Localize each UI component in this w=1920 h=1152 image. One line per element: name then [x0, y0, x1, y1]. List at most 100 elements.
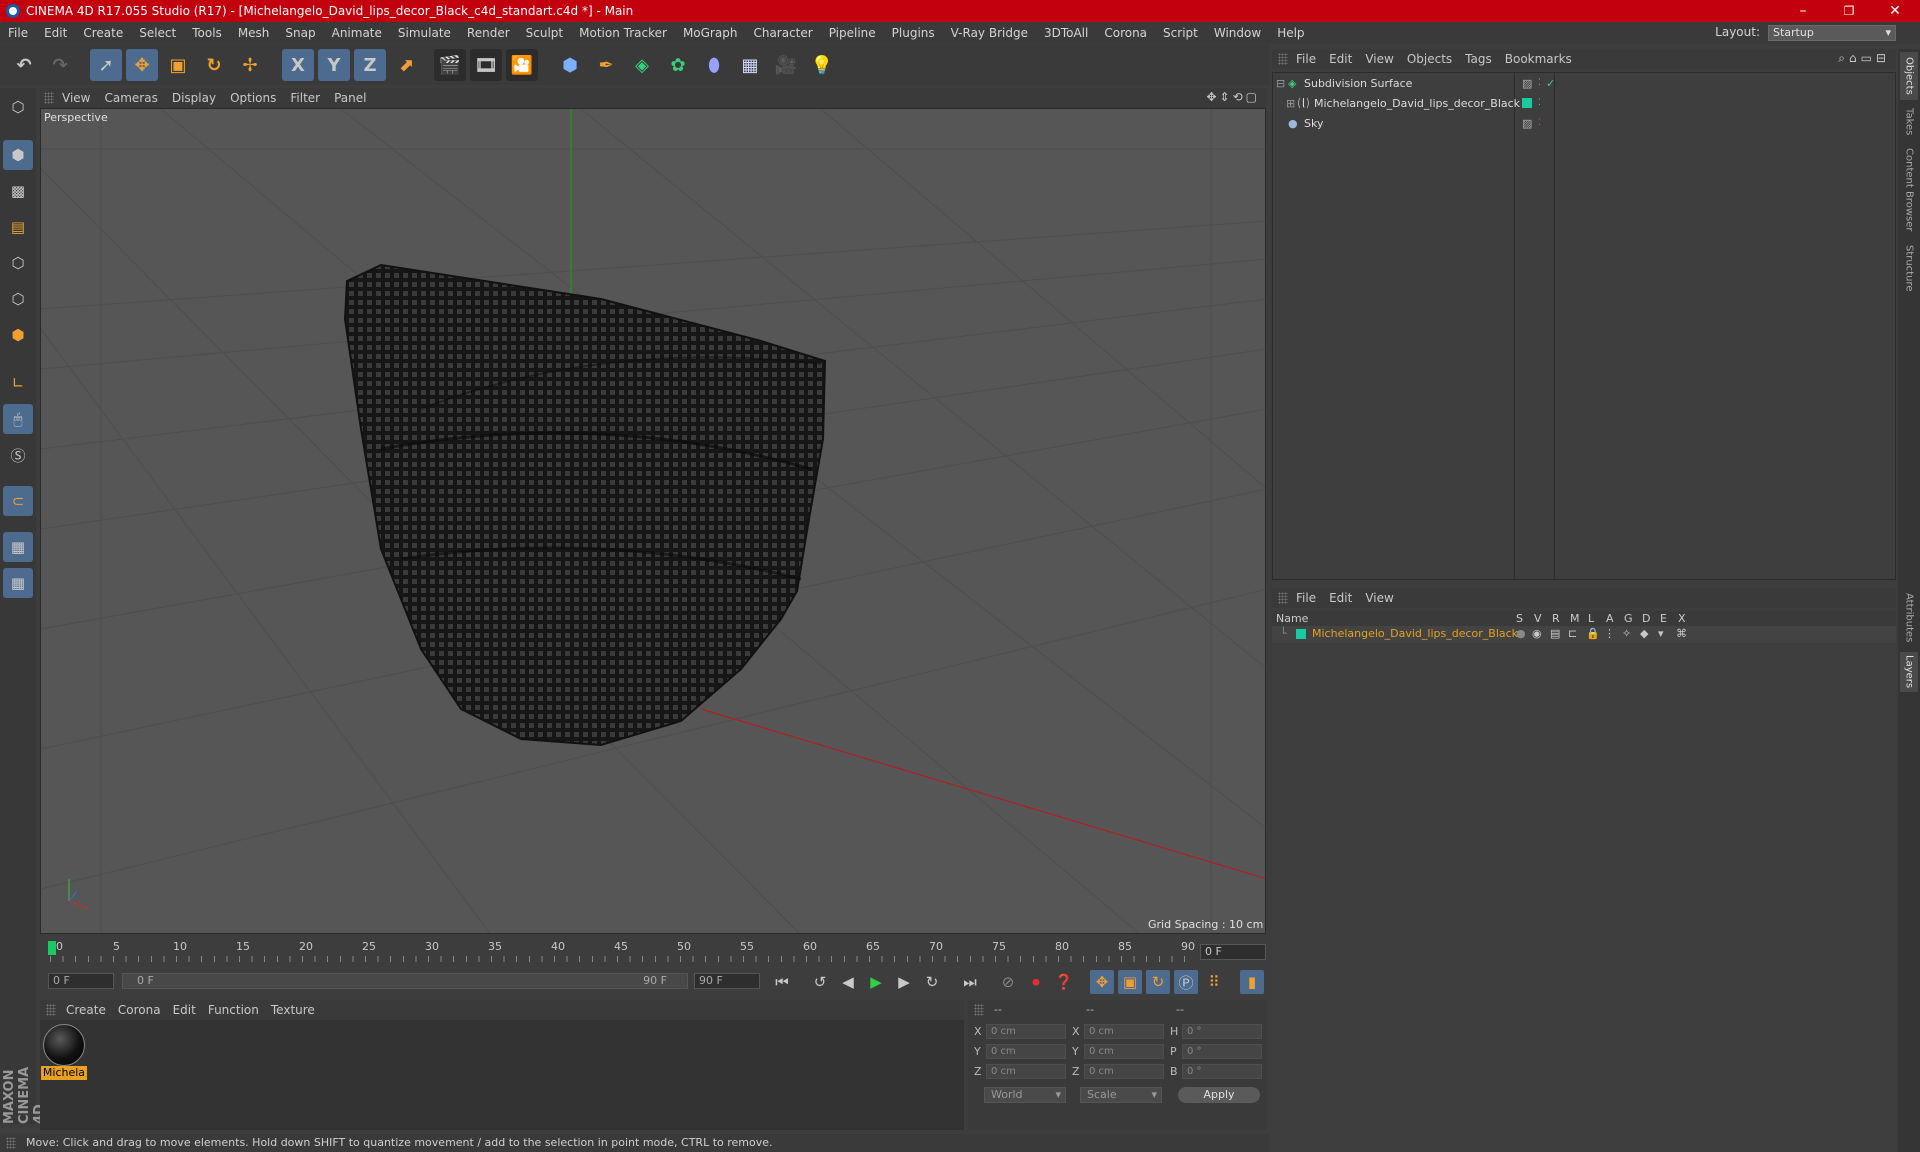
objects-menu-edit[interactable]: Edit	[1329, 52, 1365, 66]
column-solo[interactable]: S	[1516, 612, 1523, 625]
menu-mesh[interactable]: Mesh	[230, 26, 278, 40]
snap-button[interactable]: ⊂	[3, 486, 33, 516]
maximize-button[interactable]: ❐	[1826, 0, 1872, 22]
tab-layers[interactable]: Layers	[1900, 652, 1918, 692]
polygons-mode-button[interactable]: ⬢	[3, 320, 33, 350]
go-to-start-button[interactable]: ⏮	[770, 970, 794, 994]
previous-frame-button[interactable]: ◀	[836, 970, 860, 994]
edges-mode-button[interactable]: ⬡	[3, 284, 33, 314]
z-axis-button[interactable]: Z	[354, 49, 386, 81]
light-button[interactable]: 💡	[806, 49, 838, 81]
menu-character[interactable]: Character	[745, 26, 820, 40]
viewport-menu-options[interactable]: Options	[230, 91, 290, 105]
layer-color-swatch[interactable]	[1522, 98, 1532, 108]
tab-takes[interactable]: Takes	[1900, 104, 1918, 140]
enabled-check-icon[interactable]: ✓	[1546, 77, 1555, 90]
menu-edit[interactable]: Edit	[36, 26, 75, 40]
tab-content-browser[interactable]: Content Browser	[1900, 144, 1918, 236]
menu-snap[interactable]: Snap	[277, 26, 323, 40]
menu-motion-tracker[interactable]: Motion Tracker	[571, 26, 675, 40]
transform-tool-button[interactable]: ✢	[234, 49, 266, 81]
key-pla-button[interactable]: ⠿	[1202, 970, 1226, 994]
menu-pipeline[interactable]: Pipeline	[821, 26, 884, 40]
position-y-field[interactable]: 0 cm	[986, 1044, 1066, 1059]
material-menu-function[interactable]: Function	[208, 1003, 271, 1017]
menu-window[interactable]: Window	[1206, 26, 1269, 40]
end-frame-field[interactable]: 90 F	[694, 973, 760, 989]
eye-icon[interactable]: ◉	[1532, 627, 1542, 640]
column-view[interactable]: V	[1534, 612, 1542, 625]
record-button[interactable]: ⏺	[1024, 970, 1048, 994]
solo-dot-icon[interactable]: ●	[1516, 627, 1526, 640]
visibility-dots-icon[interactable]: ⁚	[1538, 98, 1541, 108]
column-locked[interactable]: L	[1588, 612, 1594, 625]
menu-sculpt[interactable]: Sculpt	[518, 26, 571, 40]
go-to-end-button[interactable]: ⏭	[958, 970, 982, 994]
render-view-button[interactable]: 🎬	[434, 49, 466, 81]
key-rotation-button[interactable]: ↻	[1146, 970, 1170, 994]
tab-attributes[interactable]: Attributes	[1900, 588, 1918, 648]
menu-mograph[interactable]: MoGraph	[675, 26, 746, 40]
material-name[interactable]: Michela	[41, 1066, 87, 1080]
spline-pen-button[interactable]: ✒	[590, 49, 622, 81]
apply-button[interactable]: Apply	[1178, 1087, 1260, 1103]
texture-mode-button[interactable]: ▩	[3, 176, 33, 206]
layer-tag-icon[interactable]: ▨	[1522, 117, 1532, 130]
close-button[interactable]: ✕	[1872, 0, 1918, 22]
objects-menu-objects[interactable]: Objects	[1407, 52, 1465, 66]
layer-tag-icon[interactable]: ▨	[1522, 77, 1532, 90]
timeline-window-button[interactable]: ▮	[1240, 970, 1264, 994]
objects-menu-bookmarks[interactable]: Bookmarks	[1505, 52, 1585, 66]
column-generators[interactable]: G	[1624, 612, 1633, 625]
preview-range-slider[interactable]: 0 F 90 F	[122, 973, 688, 989]
redo-button[interactable]: ↷	[44, 49, 76, 81]
objects-menu-view[interactable]: View	[1365, 52, 1406, 66]
coordinate-mode-select[interactable]: World ▾	[984, 1087, 1066, 1103]
next-key-button[interactable]: ↻	[920, 970, 944, 994]
material-menu-corona[interactable]: Corona	[118, 1003, 173, 1017]
column-expressions[interactable]: E	[1660, 612, 1667, 625]
rotation-b-field[interactable]: 0 °	[1182, 1064, 1262, 1079]
model-mode-button[interactable]: ⬢	[3, 140, 33, 170]
object-row[interactable]: ● Sky ▨ ⁚	[1276, 114, 1896, 132]
minimize-button[interactable]: –	[1780, 0, 1826, 22]
timeline-ruler[interactable]: 0 5 10 15 20 25 30 35 40 45 50 55 60 65 …	[40, 938, 1266, 964]
layout-select[interactable]: Startup ▾	[1768, 25, 1896, 41]
live-selection-button[interactable]: ➚	[90, 49, 122, 81]
menu-select[interactable]: Select	[131, 26, 184, 40]
column-name[interactable]: Name	[1276, 612, 1308, 625]
menu-3dtoall[interactable]: 3DToAll	[1036, 26, 1096, 40]
layer-row[interactable]: └ Michelangelo_David_lips_decor_Black ● …	[1272, 626, 1896, 643]
column-xref[interactable]: X	[1678, 612, 1686, 625]
keyframe-selection-button[interactable]: ⊘	[996, 970, 1020, 994]
generator-icon[interactable]: ✧	[1622, 627, 1631, 640]
viewport-menu-filter[interactable]: Filter	[290, 91, 334, 105]
viewport-menu-panel[interactable]: Panel	[334, 91, 380, 105]
size-x-field[interactable]: 0 cm	[1084, 1024, 1164, 1039]
lock-icon[interactable]: 🔒	[1586, 627, 1600, 640]
layer-color-swatch[interactable]	[1296, 629, 1306, 639]
size-mode-select[interactable]: Scale ▾	[1080, 1087, 1162, 1103]
material-menu-texture[interactable]: Texture	[271, 1003, 327, 1017]
floor-button[interactable]: ▦	[734, 49, 766, 81]
size-y-field[interactable]: 0 cm	[1084, 1044, 1164, 1059]
render-icon[interactable]: ▤	[1550, 627, 1560, 640]
column-manager[interactable]: M	[1570, 612, 1580, 625]
workplane-lock-button[interactable]: ▦	[3, 532, 33, 562]
rotate-tool-button[interactable]: ↻	[198, 49, 230, 81]
menu-script[interactable]: Script	[1155, 26, 1206, 40]
object-manager-nav-icons[interactable]: ⌕⌂▭⊟	[1838, 51, 1890, 66]
key-parameter-button[interactable]: Ⓟ	[1174, 970, 1198, 994]
deformer-icon[interactable]: ◆	[1640, 627, 1648, 640]
autokey-button[interactable]: ❓	[1052, 970, 1076, 994]
menu-render[interactable]: Render	[459, 26, 518, 40]
axis-mode-button[interactable]: ∟	[3, 368, 33, 398]
visibility-dots-icon[interactable]: ⁚	[1538, 118, 1541, 128]
deformer-button[interactable]: ⬮	[698, 49, 730, 81]
material-menu-edit[interactable]: Edit	[173, 1003, 208, 1017]
make-editable-button[interactable]: ⬡	[3, 92, 33, 122]
camera-button[interactable]: 🎥	[770, 49, 802, 81]
start-frame-field[interactable]: 0 F	[48, 973, 114, 989]
tab-structure[interactable]: Structure	[1900, 240, 1918, 296]
layers-menu-view[interactable]: View	[1365, 591, 1406, 605]
